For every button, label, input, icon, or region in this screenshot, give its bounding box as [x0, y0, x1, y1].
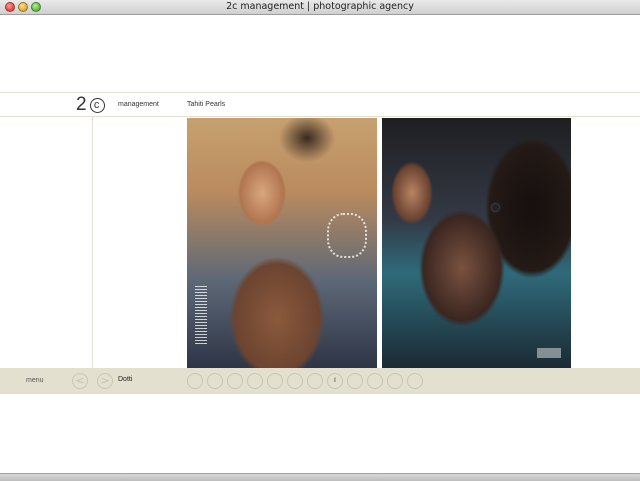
gallery-title: Tahiti Pearls: [187, 101, 226, 108]
menu-link[interactable]: menu: [26, 377, 44, 384]
page-dot[interactable]: [227, 373, 243, 389]
previous-arrow-button[interactable]: <: [72, 373, 88, 389]
magazine-caption-text: [195, 286, 207, 346]
page-dot[interactable]: [267, 373, 283, 389]
window-title: 2c management | photographic agency: [226, 1, 414, 12]
window-bottom-bar: [0, 473, 640, 481]
page-dot-current[interactable]: I: [327, 373, 343, 389]
header-top-rule: [0, 92, 640, 93]
earring-detail: [492, 204, 499, 211]
browser-window: 2c management | photographic agency 2c m…: [0, 0, 640, 481]
page-dot[interactable]: [247, 373, 263, 389]
sidebar-divider: [92, 117, 93, 368]
bottom-navigation-bar: menu < > Dotti I: [0, 368, 640, 394]
nav-management-link[interactable]: management: [118, 101, 159, 108]
logo-copyright-icon: c: [89, 98, 105, 113]
page-dot[interactable]: [287, 373, 303, 389]
bracelet-detail: [327, 213, 367, 258]
agency-logo[interactable]: 2c: [76, 94, 105, 116]
next-arrow-button[interactable]: >: [97, 373, 113, 389]
page-dot[interactable]: [367, 373, 383, 389]
title-bar: 2c management | photographic agency: [0, 0, 640, 15]
client-name: Dotti: [118, 376, 133, 383]
magazine-logo: [537, 348, 561, 358]
page-dot[interactable]: [207, 373, 223, 389]
gallery-photo-right[interactable]: [382, 118, 571, 368]
page-dot[interactable]: [347, 373, 363, 389]
header-bottom-rule: [0, 116, 640, 117]
page-dot[interactable]: [307, 373, 323, 389]
page-dot[interactable]: [387, 373, 403, 389]
gallery-photo-left[interactable]: [187, 118, 377, 368]
page-selector: I: [187, 373, 423, 389]
logo-number: 2: [76, 94, 88, 115]
page-dot[interactable]: [187, 373, 203, 389]
page-dot[interactable]: [407, 373, 423, 389]
